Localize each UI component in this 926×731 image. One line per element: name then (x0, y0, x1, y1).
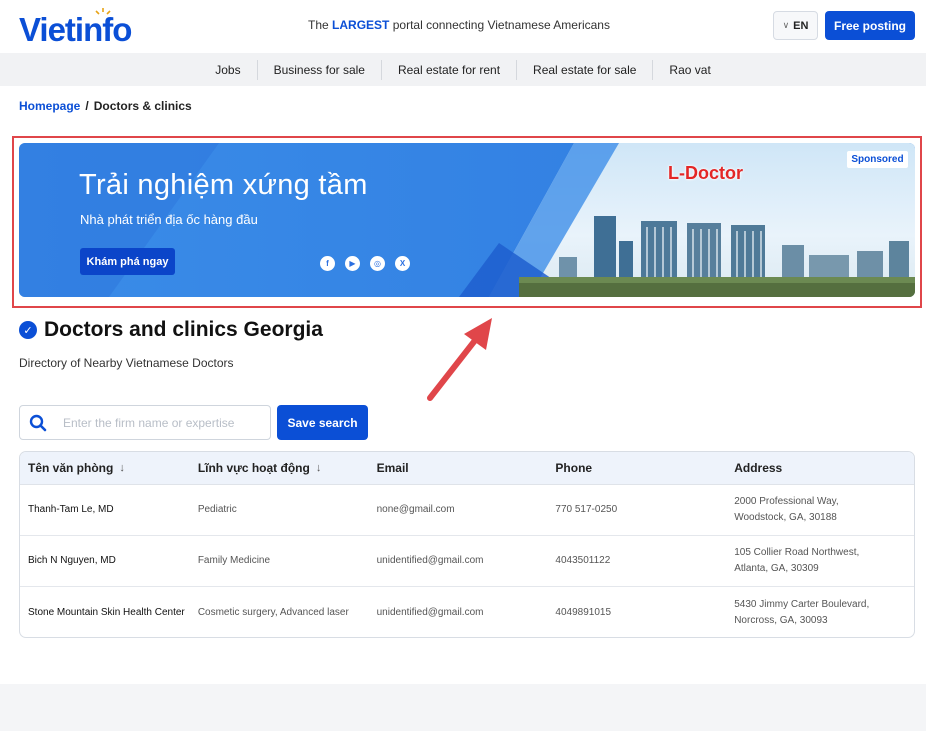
table-row[interactable]: Thanh-Tam Le, MD Pediatric none@gmail.co… (20, 485, 914, 536)
save-search-button[interactable]: Save search (277, 405, 368, 440)
banner-title: Trải nghiệm xứng tầm (79, 169, 368, 201)
facebook-icon[interactable]: f (320, 256, 335, 271)
column-header-email: Email (377, 461, 556, 475)
nav-item-business-for-sale[interactable]: Business for sale (256, 59, 381, 80)
breadcrumb-current: Doctors & clinics (93, 99, 192, 113)
sponsored-badge: Sponsored (847, 151, 908, 168)
breadcrumb: Homepage / Doctors & clinics (19, 99, 192, 113)
page-title: ✓ Doctors and clinics Georgia (19, 318, 323, 342)
sort-arrow-icon[interactable]: ↓ (316, 462, 322, 474)
column-label: Phone (555, 461, 593, 475)
tagline-bold: LARGEST (332, 18, 390, 32)
column-label: Lĩnh vực hoạt động (197, 461, 310, 475)
chevron-down-icon: ∨ (782, 20, 790, 30)
annotation-arrow-icon (427, 318, 492, 401)
page-title-text: Doctors and clinics Georgia (44, 318, 323, 341)
address-line-1: 5430 Jimmy Carter Boulevard, (734, 598, 870, 610)
x-icon[interactable]: X (395, 256, 410, 271)
language-label: EN (793, 19, 809, 32)
banner-subtitle: Nhà phát triển địa ốc hàng đầu (80, 212, 258, 227)
table-row[interactable]: Stone Mountain Skin Health Center Cosmet… (20, 587, 914, 637)
cell-phone[interactable]: 770 517-0250 (555, 502, 734, 518)
cell-address: 2000 Professional Way, Woodstock, GA, 30… (734, 494, 914, 526)
footer-band (0, 684, 926, 731)
nav-item-jobs[interactable]: Jobs (199, 60, 256, 80)
address-line-2: Norcross, GA, 30093 (734, 614, 828, 626)
cell-address: 105 Collier Road Northwest, Atlanta, GA,… (734, 545, 914, 577)
address-line-2: Atlanta, GA, 30309 (734, 563, 819, 574)
column-header-phone: Phone (555, 461, 734, 475)
column-header-field[interactable]: Lĩnh vực hoạt động ↓ (198, 461, 377, 475)
tagline-prefix: The (308, 18, 329, 32)
nav-item-real-estate-for-rent[interactable]: Real estate for rent (380, 59, 516, 80)
cell-email[interactable]: unidentified@gmail.com (377, 553, 556, 569)
column-header-office-name[interactable]: Tên văn phòng ↓ (20, 461, 198, 475)
nav-item-real-estate-for-sale[interactable]: Real estate for sale (516, 59, 652, 80)
column-label: Address (734, 461, 783, 475)
column-label: Email (376, 461, 409, 475)
column-label: Tên văn phòng (28, 461, 114, 475)
banner-explore-button[interactable]: Khám phá ngay (80, 248, 175, 275)
site-header: Vietinfo The LARGEST portal connecting V… (0, 0, 926, 53)
cell-field: Family Medicine (197, 555, 271, 566)
cell-office-name[interactable]: Bich N Nguyen, MD (20, 553, 198, 569)
tagline-suffix: portal connecting Vietnamese Americans (392, 18, 610, 32)
search-box[interactable] (19, 405, 271, 440)
breadcrumb-home-link[interactable]: Homepage (19, 99, 80, 113)
free-posting-button[interactable]: Free posting (825, 11, 915, 40)
sponsored-banner[interactable]: Trải nghiệm xứng tầm Nhà phát triển địa … (19, 143, 915, 297)
cell-field: Pediatric (197, 504, 237, 515)
column-header-address: Address (734, 461, 914, 475)
cell-email[interactable]: none@gmail.com (377, 502, 556, 518)
cell-phone[interactable]: 4043501122 (555, 553, 734, 569)
youtube-icon[interactable]: ▶ (345, 256, 360, 271)
language-selector[interactable]: ∨ EN (773, 11, 818, 40)
instagram-icon[interactable]: ◎ (370, 256, 385, 271)
table-header: Tên văn phòng ↓ Lĩnh vực hoạt động ↓ Ema… (20, 452, 914, 485)
banner-brand-name: L-Doctor (668, 163, 743, 183)
address-line-1: 2000 Professional Way, (734, 496, 839, 507)
address-line-1: 105 Collier Road Northwest, (734, 547, 860, 558)
cell-email[interactable]: unidentified@gmail.com (377, 605, 556, 621)
page-subtitle: Directory of Nearby Vietnamese Doctors (19, 356, 234, 370)
verified-check-icon: ✓ (19, 321, 37, 339)
cell-field: Cosmetic surgery, Advanced laser (197, 606, 349, 618)
address-line-2: Woodstock, GA, 30188 (734, 512, 837, 523)
nav-item-rao-vat[interactable]: Rao vat (652, 59, 726, 80)
doctors-table: Tên văn phòng ↓ Lĩnh vực hoạt động ↓ Ema… (19, 451, 915, 638)
cell-office-name[interactable]: Stone Mountain Skin Health Center (20, 605, 198, 621)
main-nav: Jobs Business for sale Real estate for r… (0, 53, 926, 86)
sort-arrow-icon[interactable]: ↓ (119, 462, 125, 474)
breadcrumb-separator: / (85, 99, 89, 113)
cell-office-name[interactable]: Thanh-Tam Le, MD (20, 502, 198, 518)
table-row[interactable]: Bich N Nguyen, MD Family Medicine uniden… (20, 536, 914, 587)
cell-address: 5430 Jimmy Carter Boulevard, Norcross, G… (734, 597, 914, 629)
search-input[interactable] (63, 406, 263, 439)
cell-phone[interactable]: 4049891015 (555, 605, 734, 621)
search-icon (29, 414, 47, 432)
